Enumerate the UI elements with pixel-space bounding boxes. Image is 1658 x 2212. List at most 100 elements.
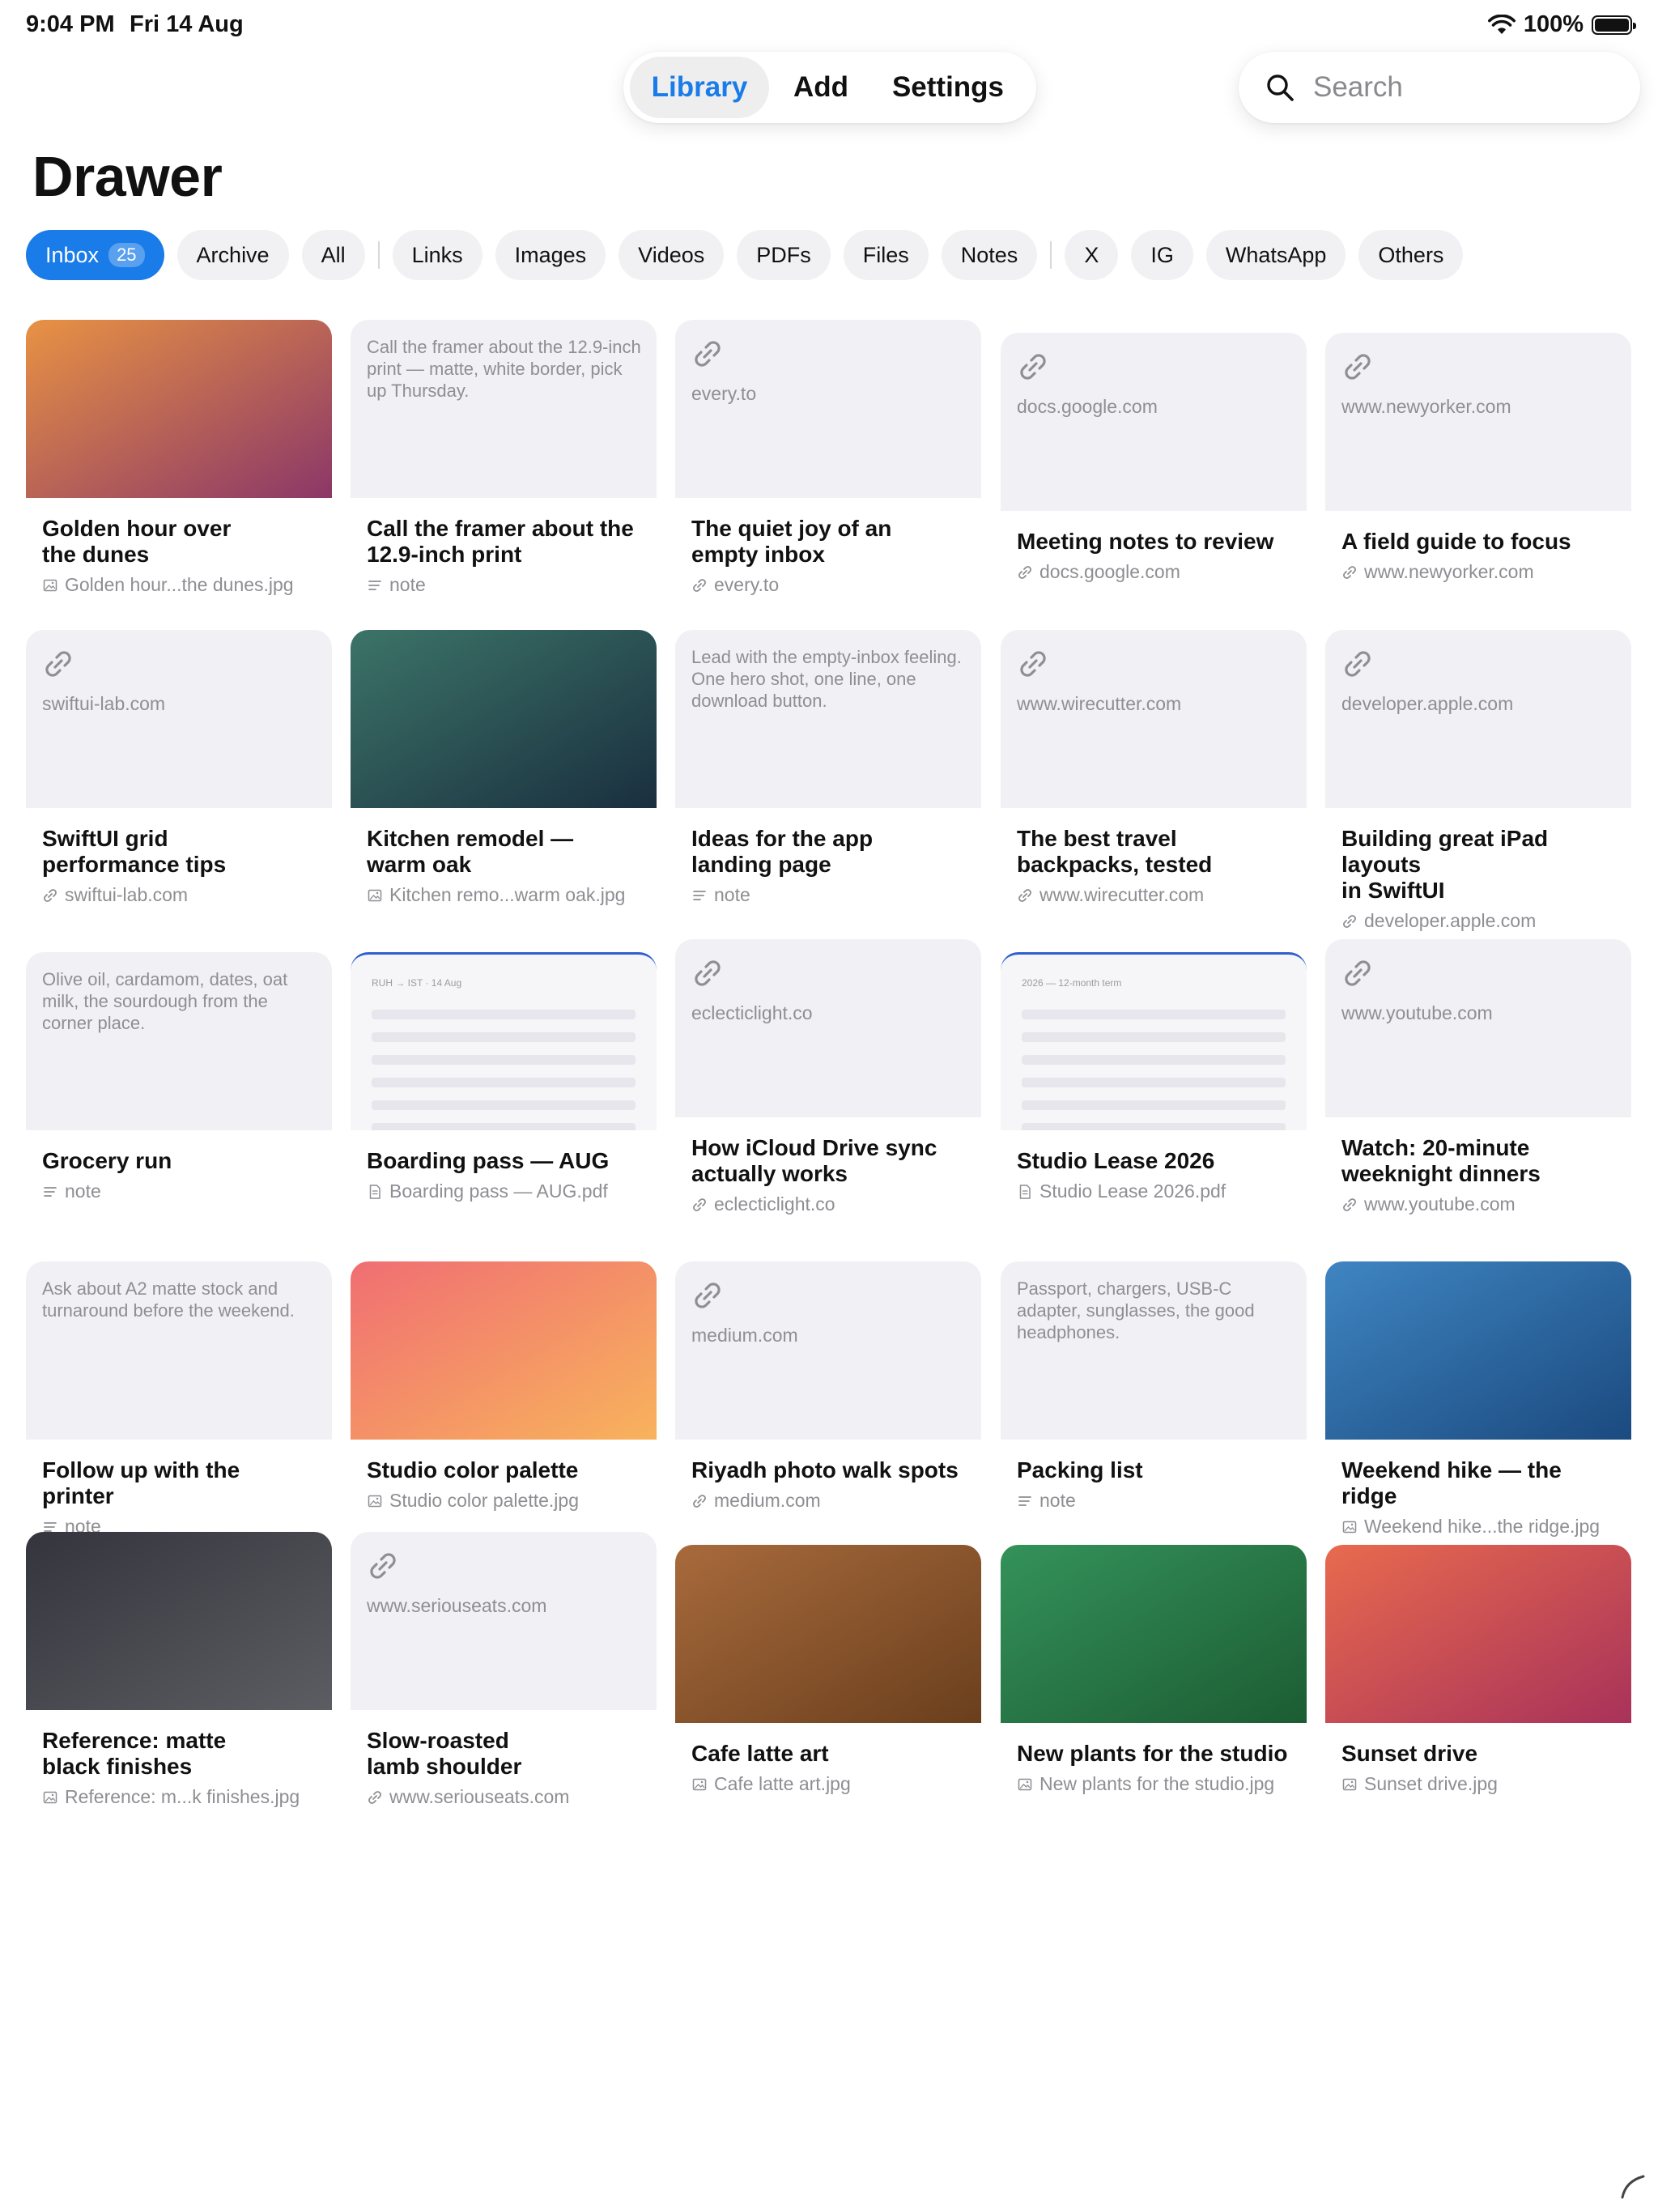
item-card[interactable]: medium.com Riyadh photo walk spots medium.… <box>675 1261 981 1512</box>
item-meta-text: Weekend hike...the ridge.jpg <box>1364 1516 1601 1537</box>
filter-chip-images[interactable]: Images <box>495 230 606 280</box>
page-title: Drawer <box>32 145 223 208</box>
link-domain: www.seriouseats.com <box>367 1595 547 1616</box>
note-preview-text: Olive oil, cardamom, dates, oat milk, th… <box>42 969 288 1033</box>
filter-chip-label: All <box>321 242 346 267</box>
item-card[interactable]: Sunset drive Sunset drive.jpg <box>1325 1545 1631 1795</box>
item-card[interactable]: 2026 — 12-month term Studio Lease 2026 Stu… <box>1001 952 1307 1202</box>
photo-icon <box>368 1495 382 1507</box>
filter-chip-videos[interactable]: Videos <box>619 230 725 280</box>
filter-chip-ig[interactable]: IG <box>1131 230 1193 280</box>
item-card[interactable]: Studio color palette Studio color palette… <box>351 1261 657 1512</box>
item-title: Meeting notes to review <box>1017 529 1274 554</box>
item-meta-text: www.seriouseats.com <box>389 1786 570 1807</box>
photo-icon <box>1342 1778 1357 1790</box>
photo-icon <box>1342 1521 1357 1533</box>
item-card[interactable]: docs.google.com Meeting notes to review do… <box>1001 333 1307 583</box>
item-meta: docs.google.com <box>1017 561 1290 583</box>
item-card[interactable]: www.wirecutter.com The best travel backpac… <box>1001 630 1307 906</box>
item-card[interactable]: swiftui-lab.com SwiftUI grid performance t… <box>26 630 332 906</box>
item-title: Cafe latte art <box>691 1741 829 1766</box>
wifi-icon <box>1487 14 1516 34</box>
link-icon <box>1018 888 1031 902</box>
link-domain: www.newyorker.com <box>1341 396 1511 417</box>
pdf-text-line <box>372 1123 636 1130</box>
image-thumbnail <box>26 1532 332 1710</box>
link-icon <box>693 578 706 592</box>
item-meta-text: Studio color palette.jpg <box>389 1490 579 1511</box>
item-card[interactable]: www.newyorker.com A field guide to focus w… <box>1325 333 1631 583</box>
item-meta: every.to <box>691 574 965 596</box>
item-title: Studio color palette <box>367 1457 579 1482</box>
item-meta-text: Sunset drive.jpg <box>1364 1773 1498 1794</box>
item-card[interactable]: Call the framer about the 12.9-inch prin… <box>351 320 657 596</box>
link-domain: www.wirecutter.com <box>1017 693 1182 714</box>
filter-chip-files[interactable]: Files <box>843 230 929 280</box>
filter-chip-others[interactable]: Others <box>1358 230 1464 280</box>
link-icon <box>1345 960 1371 986</box>
filter-chip-inbox[interactable]: Inbox 25 <box>26 230 164 280</box>
pdf-text-line <box>1022 1100 1286 1110</box>
item-meta: New plants for the studio.jpg <box>1017 1773 1290 1795</box>
item-meta: eclecticlight.co <box>691 1193 965 1215</box>
filter-chip-x[interactable]: X <box>1065 230 1119 280</box>
note-preview-text: Lead with the empty-inbox feeling. One h… <box>691 647 962 711</box>
item-card[interactable]: Lead with the empty-inbox feeling. One h… <box>675 630 981 906</box>
filter-chip-label: Others <box>1378 242 1444 267</box>
item-meta-text: medium.com <box>714 1490 821 1511</box>
item-meta: Boarding pass — AUG.pdf <box>367 1180 640 1202</box>
link-preview: medium.com <box>675 1261 981 1440</box>
item-title: Golden hour over the dunes <box>42 516 232 567</box>
filter-chip-whatsapp[interactable]: WhatsApp <box>1205 230 1346 280</box>
item-card[interactable]: Passport, chargers, USB-C adapter, sungl… <box>1001 1261 1307 1512</box>
tab-add[interactable]: Add <box>769 57 873 118</box>
item-title: Riyadh photo walk spots <box>691 1457 959 1482</box>
filter-chip-links[interactable]: Links <box>392 230 483 280</box>
search-input[interactable] <box>1312 70 1622 104</box>
item-card[interactable]: Reference: matte black finishes Reference:… <box>26 1532 332 1808</box>
item-card[interactable]: developer.apple.com Building great iPad l… <box>1325 630 1631 932</box>
item-card[interactable]: Ask about A2 matte stock and turnaround … <box>26 1261 332 1538</box>
image-thumbnail <box>1325 1261 1631 1440</box>
item-meta: note <box>42 1180 316 1202</box>
tab-settings[interactable]: Settings <box>873 57 1023 118</box>
filter-chip-label: X <box>1084 242 1099 267</box>
photo-icon <box>368 889 382 901</box>
link-icon <box>1343 914 1356 928</box>
item-card[interactable]: www.youtube.com Watch: 20-minute weeknight… <box>1325 939 1631 1215</box>
item-meta: note <box>367 574 640 596</box>
filter-chips: Inbox 25 Archive All Links Images Videos PDFs Fi… <box>26 230 1464 280</box>
item-meta: Kitchen remo...warm oak.jpg <box>367 884 640 906</box>
image-thumbnail <box>1325 1545 1631 1723</box>
item-card[interactable]: Olive oil, cardamom, dates, oat milk, th… <box>26 952 332 1202</box>
item-title: Boarding pass — AUG <box>367 1148 610 1173</box>
item-card[interactable]: Cafe latte art Cafe latte art.jpg <box>675 1545 981 1795</box>
item-card[interactable]: www.seriouseats.com Slow-roasted lamb shou… <box>351 1532 657 1808</box>
chip-separator <box>1050 241 1052 269</box>
search-icon <box>1267 74 1294 101</box>
item-card[interactable]: Golden hour over the dunes Golden hour...t… <box>26 320 332 596</box>
item-card[interactable]: Kitchen remodel — warm oak Kitchen remo...… <box>351 630 657 906</box>
nav-segmented-control: Library Add Settings <box>623 52 1036 123</box>
filter-chip-archive[interactable]: Archive <box>176 230 289 280</box>
item-card[interactable]: every.to The quiet joy of an empty inbox ev… <box>675 320 981 596</box>
item-card[interactable]: New plants for the studio New plants for … <box>1001 1545 1307 1795</box>
item-card[interactable]: Weekend hike — the ridge Weekend hike...t… <box>1325 1261 1631 1538</box>
item-card[interactable]: eclecticlight.co How iCloud Drive sync act… <box>675 939 981 1215</box>
resize-handle-icon[interactable] <box>1619 2173 1647 2201</box>
item-meta: note <box>1017 1490 1290 1512</box>
filter-chip-notes[interactable]: Notes <box>941 230 1038 280</box>
link-domain: docs.google.com <box>1017 396 1158 417</box>
tab-library[interactable]: Library <box>630 57 769 118</box>
item-meta: www.seriouseats.com <box>367 1786 640 1808</box>
filter-chip-all[interactable]: All <box>301 230 365 280</box>
item-meta-text: Golden hour...the dunes.jpg <box>65 574 294 595</box>
item-meta: medium.com <box>691 1490 965 1512</box>
item-card[interactable]: RUH → IST · 14 Aug Boarding pass — AUG Boa… <box>351 952 657 1202</box>
note-preview: Call the framer about the 12.9-inch prin… <box>351 320 657 498</box>
filter-chip-pdfs[interactable]: PDFs <box>737 230 831 280</box>
item-meta: www.wirecutter.com <box>1017 884 1290 906</box>
search-bar[interactable] <box>1239 52 1640 123</box>
note-lines-icon <box>44 1186 57 1197</box>
item-meta-text: Boarding pass — AUG.pdf <box>389 1180 608 1202</box>
